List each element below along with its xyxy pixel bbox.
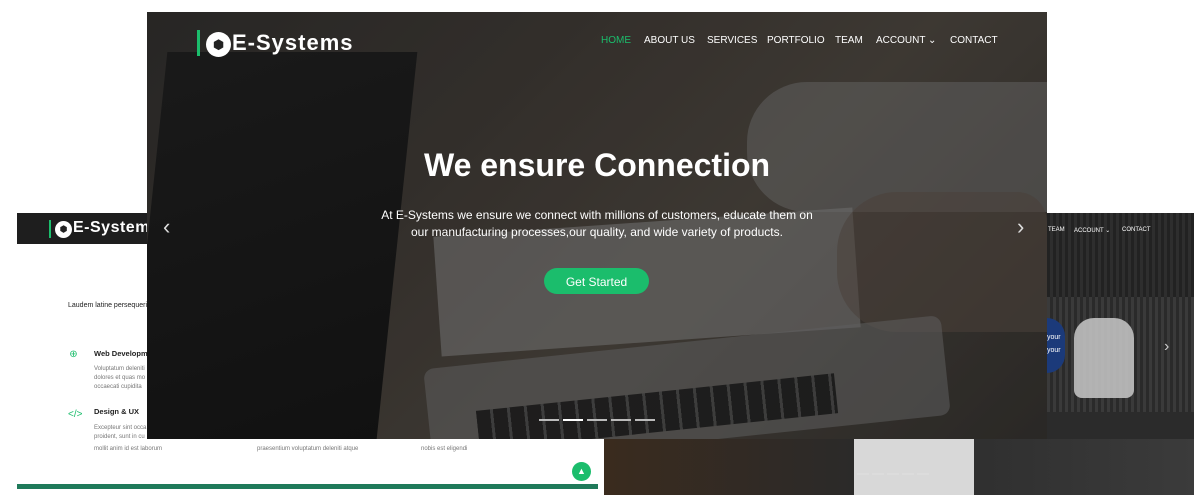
carousel-dot[interactable] bbox=[539, 419, 559, 421]
service-title: Design & UX bbox=[94, 407, 140, 416]
right-hero-chair bbox=[1074, 318, 1134, 398]
carousel-indicators bbox=[539, 419, 655, 421]
globe-icon: ⊕ bbox=[69, 349, 78, 360]
left-logo-icon: ⬢ bbox=[55, 221, 72, 238]
carousel-dot[interactable] bbox=[887, 473, 899, 475]
main-preview: ⬢ E-Systems HOME ABOUT US SERVICES PORTF… bbox=[147, 12, 1047, 439]
carousel-dot[interactable] bbox=[902, 473, 914, 475]
logo-accent bbox=[197, 30, 200, 56]
right-nav-account-label: ACCOUNT bbox=[1074, 228, 1104, 234]
right-carousel-indicators bbox=[857, 473, 929, 475]
nav-portfolio[interactable]: PORTFOLIO bbox=[767, 35, 825, 46]
nav-home[interactable]: HOME bbox=[601, 35, 631, 46]
right-nav-contact[interactable]: CONTACT bbox=[1122, 227, 1151, 233]
right-hero-text: your bbox=[1047, 334, 1061, 341]
carousel-dot[interactable] bbox=[917, 473, 929, 475]
service-title: Web Developm bbox=[94, 349, 148, 358]
left-logo-accent bbox=[49, 220, 51, 238]
right-bottom-table bbox=[854, 439, 974, 495]
nav-services[interactable]: SERVICES bbox=[707, 35, 757, 46]
get-started-button[interactable]: Get Started bbox=[544, 268, 649, 294]
hero-title: We ensure Connection bbox=[423, 147, 771, 183]
nav-account-label: ACCOUNT bbox=[876, 35, 926, 46]
nav-account[interactable]: ACCOUNT ⌄ bbox=[876, 35, 936, 46]
right-hero-bg bbox=[1047, 213, 1194, 297]
logo-icon[interactable]: ⬢ bbox=[206, 32, 231, 57]
chevron-left-icon[interactable]: ‹ bbox=[163, 216, 170, 238]
footer-text: mollit anim id est laborum bbox=[94, 446, 163, 452]
right-hero-text: your bbox=[1047, 347, 1061, 354]
chevron-down-icon: ⌄ bbox=[1105, 228, 1111, 234]
carousel-dot[interactable] bbox=[611, 419, 631, 421]
right-nav-account[interactable]: ACCOUNT ⌄ bbox=[1074, 227, 1110, 234]
hero-subtitle: At E-Systems we ensure we connect with m… bbox=[381, 208, 813, 239]
right-nav-team[interactable]: TEAM bbox=[1048, 227, 1065, 233]
left-footer-bar bbox=[17, 484, 598, 489]
nav-contact[interactable]: CONTACT bbox=[950, 35, 998, 46]
chevron-right-icon[interactable]: › bbox=[1017, 216, 1024, 238]
nav-team[interactable]: TEAM bbox=[835, 35, 863, 46]
chevron-down-icon: ⌄ bbox=[928, 35, 937, 46]
code-icon: </> bbox=[68, 409, 83, 420]
footer-text: nobis est eligendi bbox=[421, 446, 468, 452]
back-to-top-button[interactable]: ▲ bbox=[572, 462, 591, 481]
nav-about-us[interactable]: ABOUT US bbox=[644, 35, 695, 46]
footer-text: praesentium voluptatum deleniti atque bbox=[257, 446, 359, 452]
left-intro-text: Laudem latine persequeri bbox=[68, 302, 147, 309]
carousel-dot[interactable] bbox=[872, 473, 884, 475]
chevron-right-icon[interactable]: › bbox=[1164, 339, 1169, 355]
carousel-dot-active[interactable] bbox=[563, 419, 583, 421]
carousel-dot[interactable] bbox=[857, 473, 869, 475]
carousel-dot[interactable] bbox=[587, 419, 607, 421]
carousel-dot[interactable] bbox=[635, 419, 655, 421]
brand-logo[interactable]: E-Systems bbox=[232, 30, 354, 56]
